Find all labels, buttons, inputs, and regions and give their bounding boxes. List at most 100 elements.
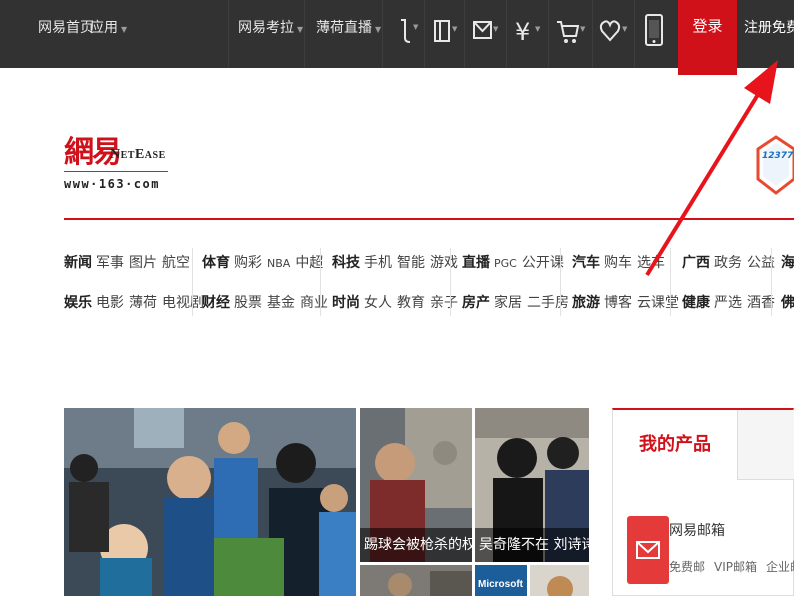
nav-link[interactable]: 股票 bbox=[234, 295, 262, 311]
headline-photo[interactable] bbox=[64, 408, 356, 596]
headline-photo-image bbox=[64, 408, 356, 596]
divider bbox=[464, 0, 465, 68]
nav-title[interactable]: 直播 bbox=[462, 255, 490, 271]
report-badge[interactable]: 12377 bbox=[756, 135, 794, 195]
divider bbox=[424, 0, 425, 68]
nav-link[interactable]: 军事 bbox=[96, 255, 124, 271]
nav-link[interactable]: 严选 bbox=[714, 295, 742, 311]
login-button[interactable]: 登录 bbox=[678, 0, 737, 75]
news-caption: 踢球会被枪杀的权利 bbox=[360, 528, 472, 562]
nav-link[interactable]: 购车 bbox=[604, 255, 632, 271]
divider bbox=[304, 0, 305, 68]
nav-link[interactable]: 航空 bbox=[162, 255, 190, 271]
nav-link[interactable]: 薄荷 bbox=[129, 295, 157, 311]
phone-icon[interactable]: ▼ bbox=[396, 16, 422, 46]
nav-link[interactable]: 基金 bbox=[267, 295, 295, 311]
divider bbox=[228, 0, 229, 68]
nav-title[interactable]: 广西 bbox=[682, 255, 710, 271]
news-photo-1[interactable]: 踢球会被枪杀的权利 bbox=[360, 408, 472, 562]
logo-url: www·163·com bbox=[64, 177, 160, 191]
news-photo-5[interactable] bbox=[530, 565, 589, 596]
divider bbox=[450, 248, 451, 316]
nav-group-tech: 科技 手机 智能 游戏 时尚 女人 教育 亲子 bbox=[332, 243, 463, 323]
heart-icon[interactable]: ▼ bbox=[599, 16, 631, 46]
nav-link[interactable]: 女人 bbox=[364, 295, 392, 311]
tab-other[interactable] bbox=[737, 410, 794, 480]
mail-product-icon[interactable] bbox=[627, 516, 669, 584]
nav-link[interactable]: 教育 bbox=[397, 295, 425, 311]
nav-link[interactable]: 选车 bbox=[637, 255, 665, 271]
svg-text:▼: ▼ bbox=[413, 23, 419, 31]
chevron-down-icon: ▼ bbox=[121, 25, 128, 34]
home-link[interactable]: 网易首页 bbox=[38, 0, 94, 68]
news-photo-4[interactable]: Microsoft bbox=[475, 565, 527, 596]
mail-link-vip[interactable]: VIP邮箱 bbox=[714, 560, 757, 574]
logo-english: NetEase bbox=[110, 147, 166, 162]
kaola-menu[interactable]: 网易考拉 ▼ bbox=[238, 0, 303, 68]
tab-my-products[interactable]: 我的产品 bbox=[613, 410, 737, 480]
divider bbox=[771, 248, 772, 316]
nav-link[interactable]: 博客 bbox=[604, 295, 632, 311]
divider bbox=[634, 0, 635, 68]
nav-group-sports: 体育 购彩 NBA 中超 财经 股票 基金 商业 bbox=[202, 243, 333, 323]
yen-icon[interactable]: ¥ ▼ bbox=[513, 16, 545, 46]
nav-title[interactable]: 科技 bbox=[332, 255, 360, 271]
nav-link[interactable]: 公开课 bbox=[522, 255, 564, 271]
news-photo-3[interactable] bbox=[360, 565, 472, 596]
nav-title[interactable]: 时尚 bbox=[332, 295, 360, 311]
nav-title[interactable]: 财经 bbox=[202, 295, 230, 311]
news-photo-2[interactable]: 吴奇隆不在 刘诗诗提 bbox=[475, 408, 589, 562]
svg-text:▼: ▼ bbox=[622, 25, 628, 33]
nav-title[interactable]: 房产 bbox=[462, 295, 490, 311]
news-photo-5-image bbox=[530, 565, 589, 596]
divider bbox=[670, 248, 671, 316]
badge-number: 12377 bbox=[762, 151, 794, 161]
netease-logo[interactable]: 網易 NetEase www·163·com bbox=[64, 127, 174, 197]
divider bbox=[592, 0, 593, 68]
mail-link-free[interactable]: 免费邮 bbox=[669, 560, 705, 574]
book-icon[interactable]: ▼ bbox=[432, 16, 462, 46]
nav-link[interactable]: 亲子 bbox=[430, 295, 458, 311]
nav-group-overflow: 海 佛 bbox=[781, 243, 794, 323]
nav-title[interactable]: 佛 bbox=[781, 295, 794, 311]
nav-link[interactable]: 电视剧 bbox=[162, 295, 204, 311]
nav-link[interactable]: NBA bbox=[267, 257, 290, 270]
divider bbox=[320, 248, 321, 316]
svg-text:¥: ¥ bbox=[515, 18, 530, 46]
mail-icon[interactable]: ▼ bbox=[471, 16, 503, 46]
nav-title[interactable]: 娱乐 bbox=[64, 295, 92, 311]
envelope-icon bbox=[636, 541, 660, 559]
nav-link[interactable]: 商业 bbox=[300, 295, 328, 311]
svg-text:▼: ▼ bbox=[452, 25, 458, 33]
nav-title[interactable]: 新闻 bbox=[64, 255, 92, 271]
nav-link[interactable]: 云课堂 bbox=[637, 295, 679, 311]
mail-link-enterprise[interactable]: 企业邮 bbox=[766, 560, 794, 574]
nav-link[interactable]: 二手房 bbox=[527, 295, 569, 311]
nav-title[interactable]: 体育 bbox=[202, 255, 230, 271]
cart-icon[interactable]: ▼ bbox=[555, 16, 589, 46]
nav-link[interactable]: 电影 bbox=[96, 295, 124, 311]
register-link[interactable]: 注册免费邮 bbox=[744, 0, 794, 56]
divider bbox=[506, 0, 507, 68]
nav-group-guangxi: 广西 政务 公益 健康 严选 酒香 bbox=[682, 243, 780, 323]
nav-link[interactable]: 手机 bbox=[364, 255, 392, 271]
mobile-icon[interactable] bbox=[643, 14, 665, 46]
live-menu[interactable]: 薄荷直播 ▼ bbox=[316, 0, 381, 68]
mail-product-title[interactable]: 网易邮箱 bbox=[669, 520, 725, 540]
nav-link[interactable]: PGC bbox=[494, 257, 517, 270]
nav-link[interactable]: 政务 bbox=[714, 255, 742, 271]
nav-link[interactable]: 家居 bbox=[494, 295, 522, 311]
nav-title[interactable]: 汽车 bbox=[572, 255, 600, 271]
nav-title[interactable]: 健康 bbox=[682, 295, 710, 311]
apps-menu[interactable]: 应用 ▼ bbox=[90, 0, 127, 68]
nav-link[interactable]: 智能 bbox=[397, 255, 425, 271]
nav-title[interactable]: 旅游 bbox=[572, 295, 600, 311]
nav-link[interactable]: 游戏 bbox=[430, 255, 458, 271]
nav-link[interactable]: 购彩 bbox=[234, 255, 262, 271]
news-caption: 吴奇隆不在 刘诗诗提 bbox=[475, 528, 589, 562]
svg-text:▼: ▼ bbox=[493, 25, 499, 33]
svg-text:▼: ▼ bbox=[580, 25, 586, 33]
nav-link[interactable]: 图片 bbox=[129, 255, 157, 271]
my-products-panel: 我的产品 网易邮箱 免费邮 VIP邮箱企业邮 bbox=[612, 408, 794, 596]
nav-title[interactable]: 海 bbox=[781, 255, 794, 271]
